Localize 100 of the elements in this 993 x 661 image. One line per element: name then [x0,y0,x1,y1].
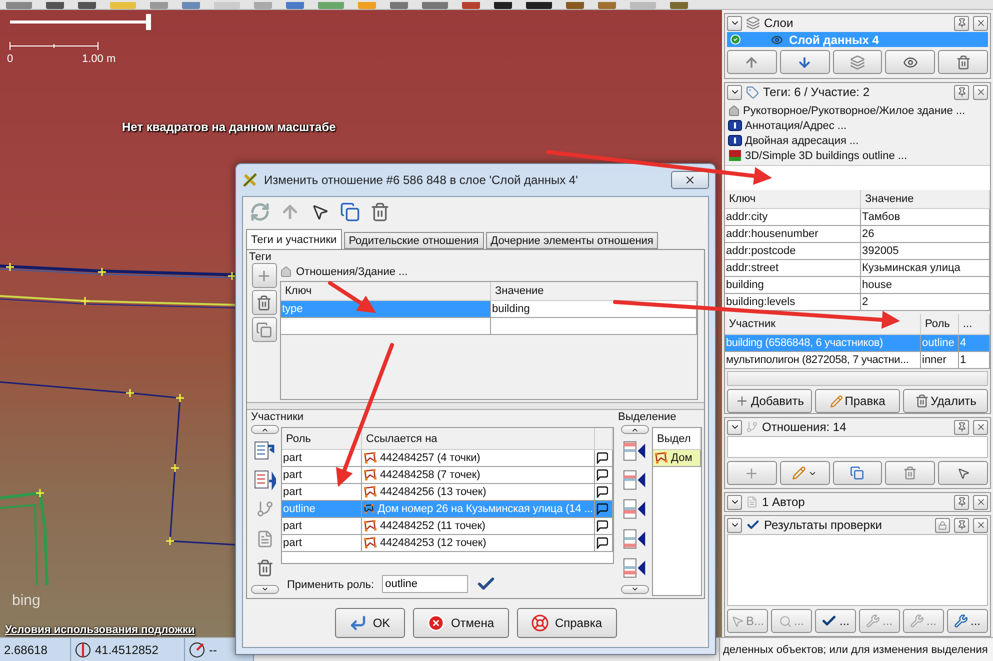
preset-link[interactable]: Отношения/Здание ... [296,266,408,278]
table-cell: building:levels [725,294,861,311]
bubble-icon [596,452,608,464]
settings-button[interactable] [935,518,950,532]
wrench-icon [954,614,968,628]
preset-link[interactable]: Двойная адресация ... [745,134,859,146]
panel-title: Результаты проверки [764,518,883,532]
scroll-up-button[interactable] [621,425,649,434]
reverse-button[interactable] [253,468,277,492]
close-button[interactable] [973,420,988,434]
pin-button[interactable] [954,518,969,532]
sort-selection-button[interactable] [623,556,647,580]
arrow-up-icon [280,202,300,222]
pin-icon [956,18,966,28]
delete-tag-button[interactable] [252,290,276,315]
section-label: Теги [248,250,272,263]
member-row[interactable]: part 442484252 (11 точек) [282,518,613,535]
collapse-button[interactable] [727,420,742,434]
horizontal-scrollbar[interactable] [727,371,988,386]
collapse-button[interactable] [727,518,742,532]
list-arrow-icon [254,440,276,462]
tab[interactable]: Родительские отношения [344,232,484,249]
add-before-button[interactable] [623,468,647,492]
preset-link[interactable]: Рукотворное/Рукотворное/Жилое здание ... [743,104,966,116]
pin-button[interactable] [954,16,969,30]
add-first-button[interactable] [623,439,647,464]
preset-link[interactable]: Аннотация/Адрес ... [745,120,847,132]
tag-row[interactable]: type building [281,301,697,318]
close-button[interactable] [973,518,988,532]
add-tags-button[interactable] [252,317,276,342]
duplicate-button[interactable] [832,461,882,485]
edit-button[interactable] [780,461,830,485]
closed-way-icon [363,537,377,549]
duplicate-button[interactable] [338,200,362,224]
selection-name: Дом [671,452,692,464]
tab[interactable]: Теги и участники [246,229,342,249]
add-last-button[interactable] [623,526,647,551]
scroll-down-button[interactable] [621,584,649,594]
dialog-button[interactable]: Справка [516,608,616,638]
validation-button[interactable]: ... [815,609,856,633]
new-relation-button[interactable] [727,461,777,485]
heading-value: -- [209,642,217,656]
close-button[interactable] [973,494,988,510]
delete-button[interactable] [885,461,936,485]
table-cell: building [491,301,697,318]
member-name: 442484256 (13 точек) [380,486,486,498]
panel-button[interactable]: Добавить [727,389,812,413]
dialog-title: Изменить отношение #6 586 848 в слое 'Слой данных 4' [264,173,579,187]
role-input[interactable]: outline [382,575,468,593]
table-cell: 1 [959,352,990,369]
move-down-button[interactable] [780,50,830,74]
validation-button[interactable]: ... [947,609,988,633]
move-member-icon [623,469,647,492]
member-row[interactable]: part 442484256 (13 точек) [282,484,613,501]
toolbar-icon [46,2,64,9]
add-tag-button[interactable] [252,263,276,288]
merge-button[interactable] [832,50,882,74]
close-button[interactable] [973,84,988,100]
toolbar-icon [358,2,376,9]
collapse-button[interactable] [727,16,742,30]
pin-button[interactable] [954,420,969,434]
close-button[interactable] [671,171,709,189]
dialog-button[interactable]: OK [334,608,404,638]
toolbar-icon [390,2,408,9]
bubble-icon [596,537,608,549]
visibility-button[interactable] [885,50,936,74]
pin-button[interactable] [954,494,969,510]
delete-button[interactable] [938,50,988,74]
list-arrow-icon [254,469,276,492]
panel-button[interactable]: Удалить [903,389,988,413]
cancel-icon [426,614,445,632]
closed-way-icon [363,503,375,515]
membership-row[interactable]: мультиполигон (8272058, 7 участни... inner 1 [725,352,990,369]
toolbar-icon [526,2,552,9]
collapse-button[interactable] [727,494,742,510]
collapse-button[interactable] [727,84,742,100]
tab[interactable]: Дочерние элементы отношения [486,232,658,249]
member-row[interactable]: part 442484257 (4 точки) [282,450,613,467]
panel-button[interactable]: Правка [815,389,900,413]
trash-icon [256,558,274,577]
pin-icon [956,497,966,507]
address-icon [728,120,742,131]
move-up-button[interactable] [727,50,777,74]
close-button[interactable] [973,16,988,30]
scroll-up-button[interactable] [251,425,279,434]
lock-icon [938,520,947,530]
scroll-down-button[interactable] [251,584,279,594]
add-after-button[interactable] [623,497,647,522]
imagery-terms-link[interactable]: Условия использования подложки [5,624,195,636]
preset-link[interactable]: 3D/Simple 3D buildings outline ... [745,150,908,162]
pin-button[interactable] [954,84,969,100]
bubble-icon [596,469,608,481]
dialog-button[interactable]: Отмена [412,608,508,638]
toolbar-icon [150,2,168,9]
layers-icon [850,54,865,70]
member-row[interactable]: part 442484253 (12 точек) [282,535,613,552]
panel-title: Теги: 6 / Участие: 2 [763,85,871,99]
return-arrow-icon [348,614,367,632]
member-row[interactable]: part 442484258 (7 точек) [282,467,613,484]
branch-icon [256,500,274,518]
